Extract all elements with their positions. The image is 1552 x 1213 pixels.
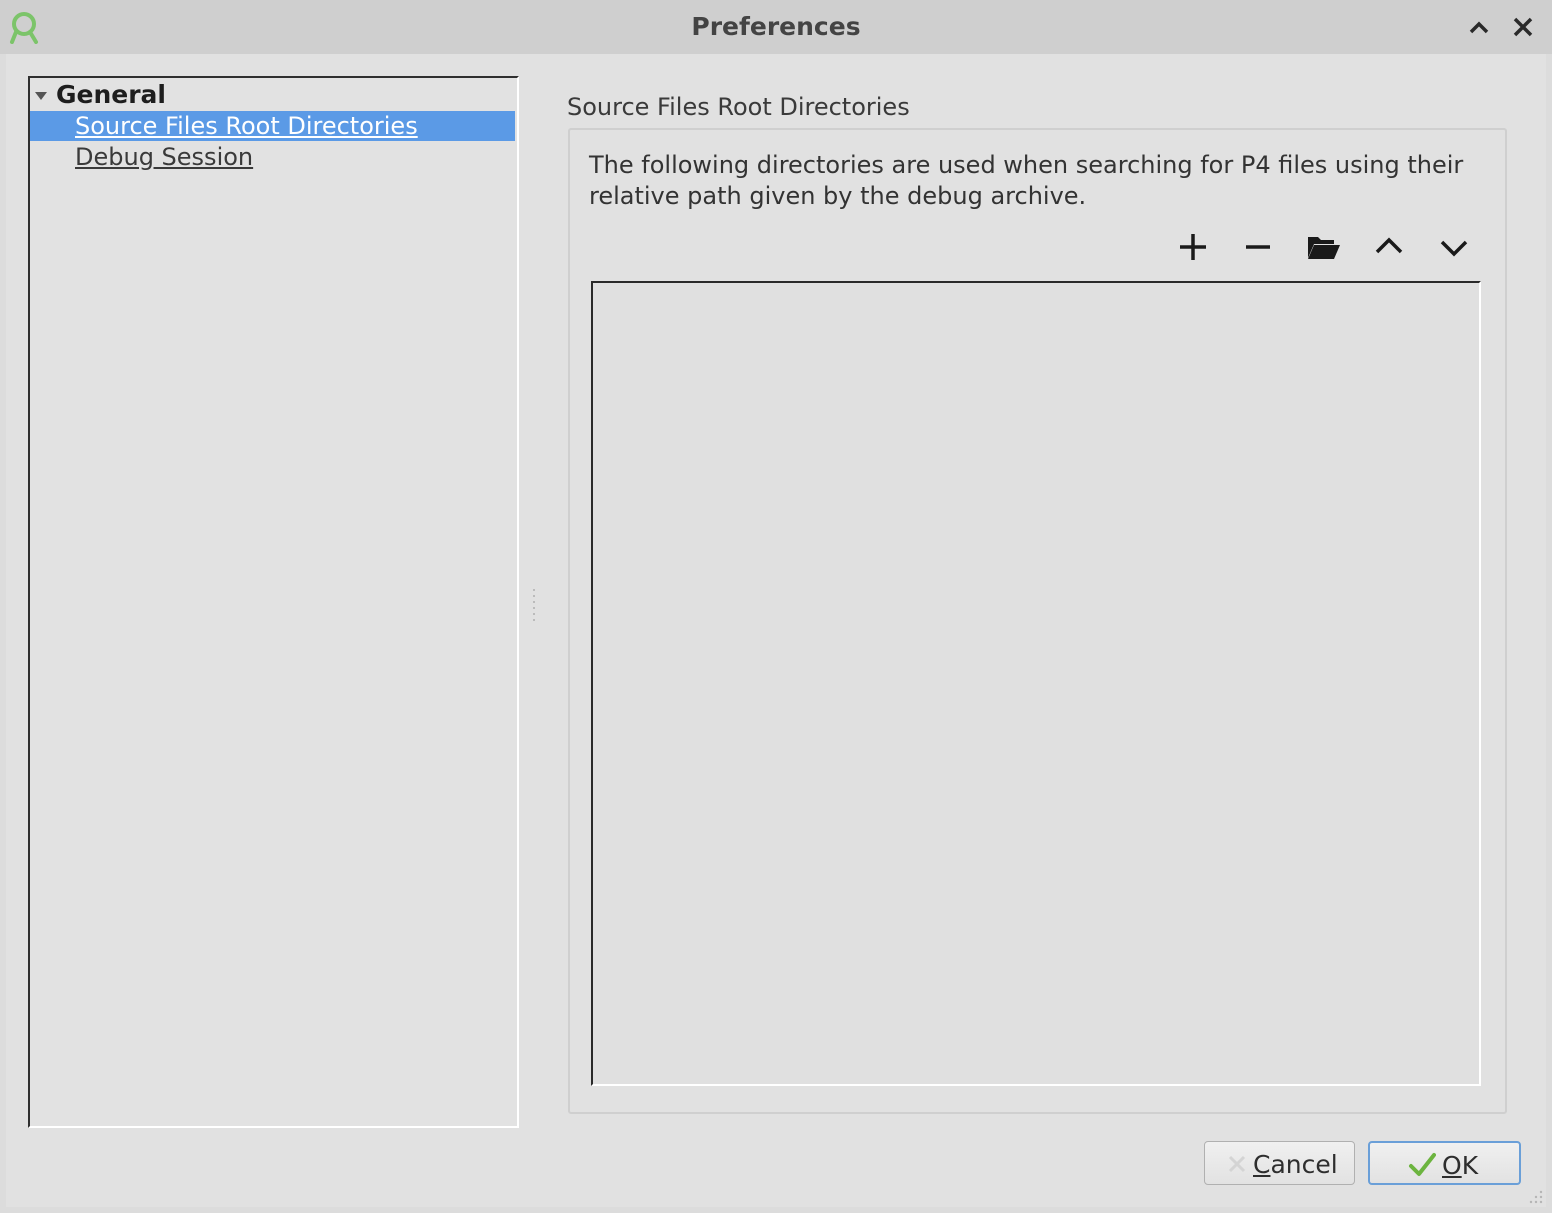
tree-group-label: General [56, 80, 166, 109]
cancel-button[interactable]: Cancel [1204, 1141, 1355, 1185]
page-description: The following directories are used when … [589, 151, 1464, 210]
remove-icon[interactable] [1238, 228, 1278, 266]
tree-item-label: Source Files Root Directories [75, 112, 418, 140]
splitter-handle[interactable] [530, 585, 538, 625]
ok-label: OK [1442, 1151, 1479, 1180]
close-icon[interactable] [1508, 12, 1538, 42]
move-down-icon[interactable] [1434, 228, 1474, 266]
page-title: Source Files Root Directories [567, 93, 910, 121]
preferences-window: Preferences General Source Files Root Di… [0, 0, 1552, 1213]
move-up-icon[interactable] [1369, 228, 1409, 266]
window-title: Preferences [691, 12, 861, 41]
expand-arrow-icon[interactable] [34, 88, 48, 102]
preferences-tree[interactable]: General Source Files Root Directories De… [28, 76, 519, 1128]
minimize-caret-up-icon[interactable] [1464, 12, 1494, 42]
open-folder-icon[interactable] [1303, 228, 1343, 266]
add-icon[interactable] [1173, 228, 1213, 266]
cancel-label: Cancel [1253, 1150, 1338, 1179]
ok-button[interactable]: OK [1368, 1141, 1521, 1185]
resize-grip-icon[interactable] [1526, 1187, 1544, 1205]
cancel-x-icon [1223, 1151, 1251, 1177]
title-bar[interactable]: Preferences [0, 0, 1552, 54]
tree-group-general[interactable]: General [30, 80, 517, 110]
tree-item-debug-session[interactable]: Debug Session [30, 142, 515, 172]
directories-list[interactable] [591, 281, 1481, 1086]
tree-item-source-files-root-directories[interactable]: Source Files Root Directories [30, 111, 515, 141]
tree-item-label: Debug Session [75, 143, 254, 171]
checkmark-icon [1408, 1152, 1436, 1178]
